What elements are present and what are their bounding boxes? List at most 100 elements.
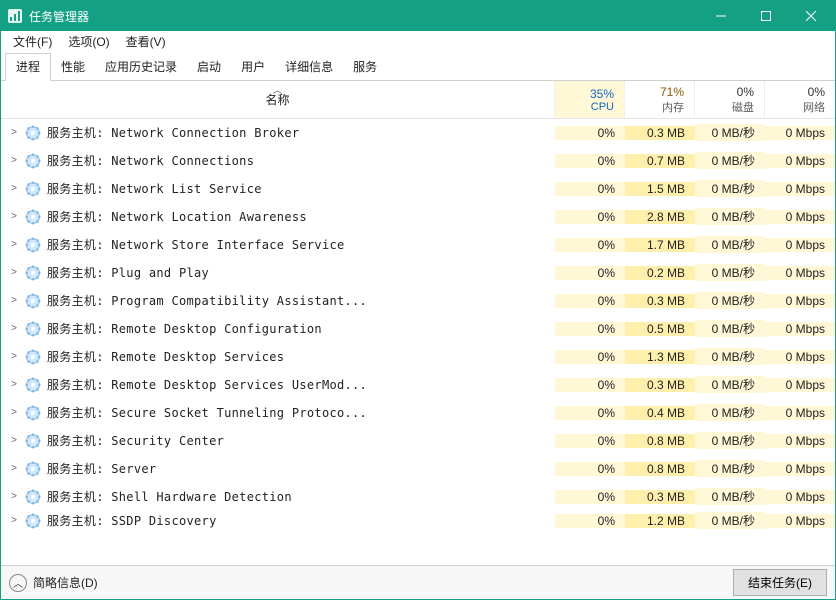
table-row[interactable]: > 服务主机: Network Store Interface Service0%… bbox=[1, 231, 835, 259]
cell-disk: 0 MB/秒 bbox=[695, 292, 765, 309]
table-row[interactable]: >服务主机: Remote Desktop Services UserMod..… bbox=[1, 371, 835, 399]
table-row[interactable]: >服务主机: Remote Desktop Configuration0%0.5… bbox=[1, 315, 835, 343]
expand-toggle[interactable]: > bbox=[1, 239, 19, 250]
menu-file[interactable]: 文件(F) bbox=[5, 31, 60, 52]
cell-cpu: 0% bbox=[555, 266, 625, 280]
process-list[interactable]: >服务主机: Network Connection Broker0%0.3 MB… bbox=[1, 119, 835, 565]
expand-toggle[interactable]: > bbox=[1, 379, 19, 390]
cell-mem: 0.3 MB bbox=[625, 490, 695, 504]
gear-icon bbox=[25, 181, 41, 197]
cell-net: 0 Mbps bbox=[765, 462, 835, 476]
table-row[interactable]: >服务主机: Network Location Awareness0%2.8 M… bbox=[1, 203, 835, 231]
col-network[interactable]: 0% 网络 bbox=[765, 81, 835, 118]
gear-icon bbox=[25, 433, 41, 449]
memory-label: 内存 bbox=[635, 99, 684, 115]
cell-disk: 0 MB/秒 bbox=[695, 488, 765, 505]
col-memory[interactable]: 71% 内存 bbox=[625, 81, 695, 118]
expand-toggle[interactable]: > bbox=[1, 295, 19, 306]
process-name: 服务主机: Plug and Play bbox=[47, 264, 555, 281]
task-manager-window: 任务管理器 文件(F) 选项(O) 查看(V) 进程性能应用历史记录启动用户详细… bbox=[0, 0, 836, 600]
table-row[interactable]: >服务主机: Network Connections0%0.7 MB0 MB/秒… bbox=[1, 147, 835, 175]
gear-icon bbox=[25, 153, 41, 169]
gear-icon bbox=[25, 293, 41, 309]
expand-toggle[interactable]: > bbox=[1, 463, 19, 474]
tab-3[interactable]: 启动 bbox=[187, 54, 231, 80]
cell-cpu: 0% bbox=[555, 378, 625, 392]
table-row[interactable]: >服务主机: Security Center0%0.8 MB0 MB/秒0 Mb… bbox=[1, 427, 835, 455]
gear-icon bbox=[25, 461, 41, 477]
cell-disk: 0 MB/秒 bbox=[695, 432, 765, 449]
expand-toggle[interactable]: > bbox=[1, 407, 19, 418]
cell-cpu: 0% bbox=[555, 238, 625, 252]
table-row[interactable]: >服务主机: SSDP Discovery0%1.2 MB0 MB/秒0 Mbp… bbox=[1, 511, 835, 531]
cell-disk: 0 MB/秒 bbox=[695, 152, 765, 169]
process-name: 服务主机: SSDP Discovery bbox=[47, 512, 555, 529]
tab-6[interactable]: 服务 bbox=[343, 54, 387, 80]
fewer-details-link[interactable]: ︿ 简略信息(D) bbox=[9, 574, 98, 592]
close-button[interactable] bbox=[788, 1, 833, 31]
gear-icon bbox=[25, 377, 41, 393]
table-row[interactable]: >服务主机: Network List Service0%1.5 MB0 MB/… bbox=[1, 175, 835, 203]
expand-toggle[interactable]: > bbox=[1, 515, 19, 526]
cell-disk: 0 MB/秒 bbox=[695, 236, 765, 253]
expand-toggle[interactable]: > bbox=[1, 491, 19, 502]
cell-net: 0 Mbps bbox=[765, 406, 835, 420]
end-task-button[interactable]: 结束任务(E) bbox=[733, 569, 827, 596]
cell-mem: 2.8 MB bbox=[625, 210, 695, 224]
gear-icon bbox=[25, 209, 41, 225]
table-row[interactable]: >服务主机: Shell Hardware Detection0%0.3 MB0… bbox=[1, 483, 835, 511]
process-name: 服务主机: Network Location Awareness bbox=[47, 208, 555, 225]
expand-toggle[interactable]: > bbox=[1, 267, 19, 278]
table-row[interactable]: >服务主机: Server0%0.8 MB0 MB/秒0 Mbps bbox=[1, 455, 835, 483]
col-name[interactable]: ︿ 名称 bbox=[1, 81, 555, 118]
process-name: 服务主机: Shell Hardware Detection bbox=[47, 488, 555, 505]
cell-net: 0 Mbps bbox=[765, 238, 835, 252]
expand-toggle[interactable]: > bbox=[1, 183, 19, 194]
cell-mem: 0.3 MB bbox=[625, 378, 695, 392]
menu-view[interactable]: 查看(V) bbox=[118, 31, 174, 52]
cell-mem: 1.2 MB bbox=[625, 514, 695, 528]
col-cpu[interactable]: 35% CPU bbox=[555, 81, 625, 118]
cell-disk: 0 MB/秒 bbox=[695, 512, 765, 529]
process-name: 服务主机: Network Store Interface Service bbox=[47, 236, 555, 253]
cell-mem: 0.7 MB bbox=[625, 154, 695, 168]
expand-toggle[interactable]: > bbox=[1, 127, 19, 138]
expand-toggle[interactable]: > bbox=[1, 211, 19, 222]
cell-net: 0 Mbps bbox=[765, 378, 835, 392]
table-row[interactable]: >服务主机: Plug and Play0%0.2 MB0 MB/秒0 Mbps bbox=[1, 259, 835, 287]
network-percent: 0% bbox=[775, 85, 825, 99]
app-icon bbox=[7, 8, 23, 24]
maximize-button[interactable] bbox=[743, 1, 788, 31]
expand-toggle[interactable]: > bbox=[1, 155, 19, 166]
tab-2[interactable]: 应用历史记录 bbox=[95, 54, 187, 80]
sort-caret-icon: ︿ bbox=[273, 83, 282, 96]
expand-toggle[interactable]: > bbox=[1, 323, 19, 334]
columns-header: ︿ 名称 35% CPU 71% 内存 0% 磁盘 0% 网络 bbox=[1, 81, 835, 119]
process-name: 服务主机: Remote Desktop Configuration bbox=[47, 320, 555, 337]
tab-0[interactable]: 进程 bbox=[5, 53, 51, 81]
process-name: 服务主机: Network List Service bbox=[47, 180, 555, 197]
expand-toggle[interactable]: > bbox=[1, 351, 19, 362]
cell-net: 0 Mbps bbox=[765, 154, 835, 168]
cell-disk: 0 MB/秒 bbox=[695, 208, 765, 225]
cell-mem: 0.4 MB bbox=[625, 406, 695, 420]
menu-options[interactable]: 选项(O) bbox=[60, 31, 117, 52]
table-row[interactable]: >服务主机: Network Connection Broker0%0.3 MB… bbox=[1, 119, 835, 147]
minimize-button[interactable] bbox=[698, 1, 743, 31]
gear-icon bbox=[25, 237, 41, 253]
table-row[interactable]: >服务主机: Secure Socket Tunneling Protoco..… bbox=[1, 399, 835, 427]
tab-1[interactable]: 性能 bbox=[51, 54, 95, 80]
process-name: 服务主机: Server bbox=[47, 460, 555, 477]
cell-mem: 1.3 MB bbox=[625, 350, 695, 364]
expand-toggle[interactable]: > bbox=[1, 435, 19, 446]
cell-net: 0 Mbps bbox=[765, 182, 835, 196]
table-row[interactable]: >服务主机: Remote Desktop Services0%1.3 MB0 … bbox=[1, 343, 835, 371]
table-row[interactable]: >服务主机: Program Compatibility Assistant..… bbox=[1, 287, 835, 315]
gear-icon bbox=[25, 265, 41, 281]
process-name: 服务主机: Network Connections bbox=[47, 152, 555, 169]
col-disk[interactable]: 0% 磁盘 bbox=[695, 81, 765, 118]
process-name: 服务主机: Remote Desktop Services bbox=[47, 348, 555, 365]
tab-5[interactable]: 详细信息 bbox=[275, 54, 343, 80]
chevron-up-icon: ︿ bbox=[9, 574, 27, 592]
tab-4[interactable]: 用户 bbox=[231, 54, 275, 80]
